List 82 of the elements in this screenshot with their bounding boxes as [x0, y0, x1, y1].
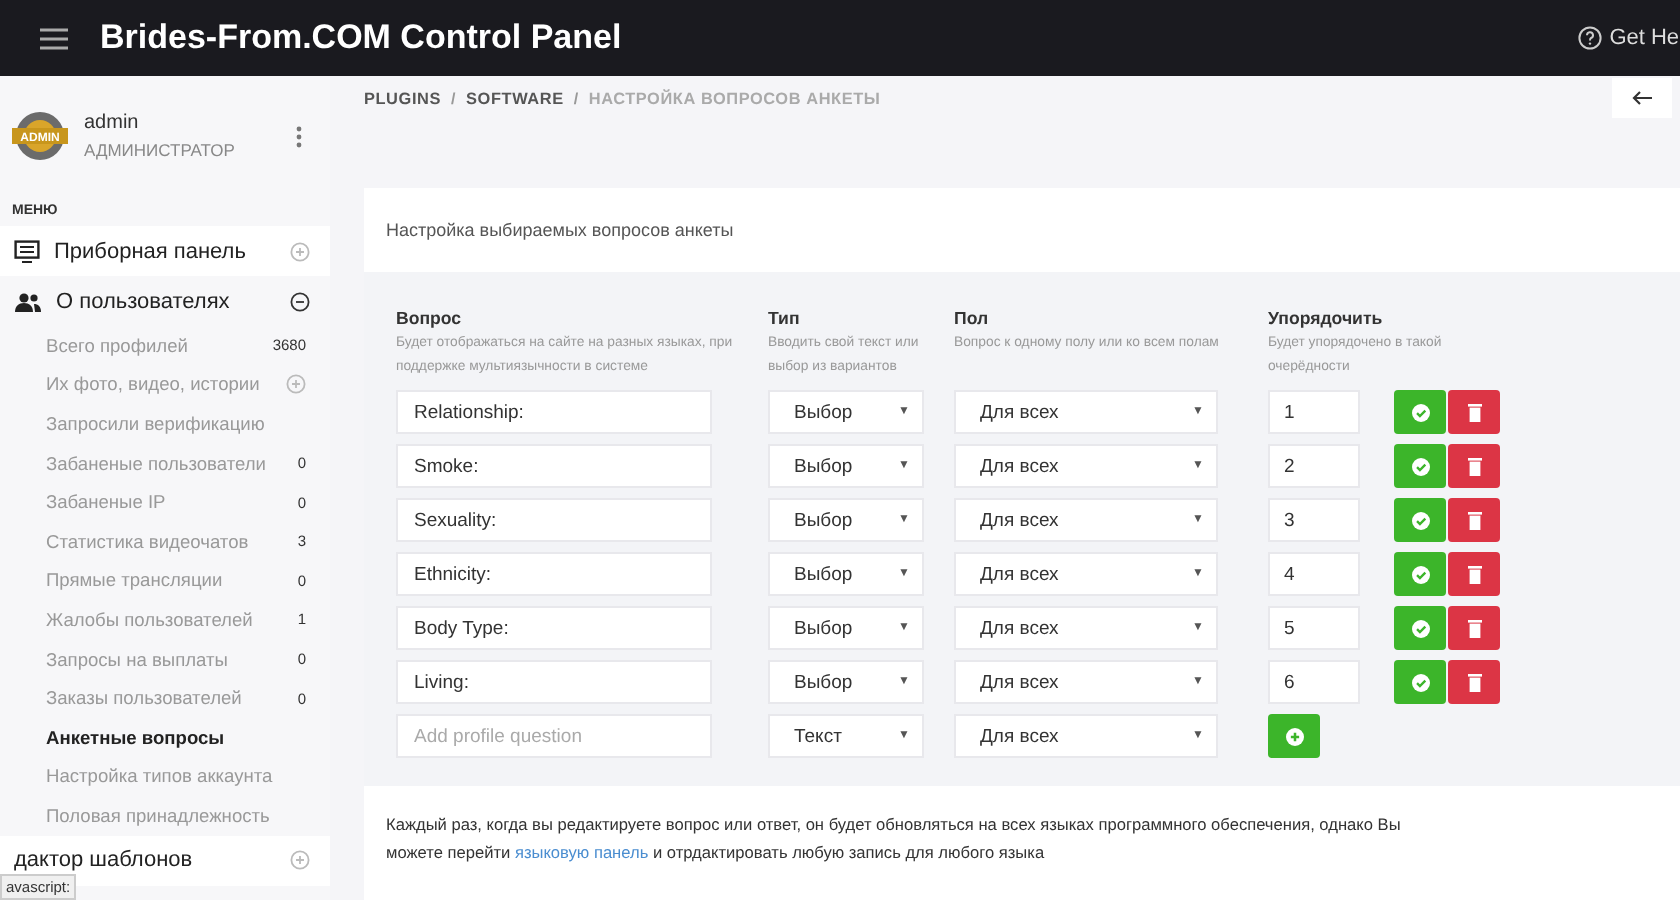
order-field[interactable]: 4 [1268, 552, 1360, 596]
save-button[interactable] [1394, 444, 1446, 488]
trash-icon [1467, 403, 1481, 421]
plus-circle-icon [1285, 727, 1303, 745]
check-circle-icon [1411, 673, 1429, 691]
trash-icon [1467, 565, 1481, 583]
breadcrumb-separator: / [573, 89, 579, 107]
check-circle-icon [1411, 457, 1429, 475]
sidebar-item[interactable]: Приборная панель [0, 226, 330, 276]
sidebar-label: Статистика видеочатов [46, 531, 249, 552]
question-field[interactable]: Sexuality: [396, 498, 712, 542]
save-button[interactable] [1394, 606, 1446, 650]
save-button[interactable] [1394, 390, 1446, 434]
help-icon [1577, 26, 1602, 50]
order-field[interactable]: 6 [1268, 660, 1360, 704]
question-field[interactable]: Living: [396, 660, 712, 704]
question-field[interactable]: Body Type: [396, 606, 712, 650]
sidebar-label: Жалобы пользователей [46, 609, 253, 630]
more-icon[interactable] [296, 125, 302, 147]
card-header: Настройка выбираемых вопросов анкеты [364, 188, 1680, 272]
check-circle-icon [1411, 619, 1429, 637]
save-button[interactable] [1394, 660, 1446, 704]
trash-icon [1467, 619, 1481, 637]
save-button[interactable] [1394, 552, 1446, 596]
breadcrumb-item[interactable]: PLUGINS [364, 89, 441, 107]
sidebar-label: Прямые трансляции [46, 570, 223, 591]
delete-button[interactable] [1448, 498, 1500, 542]
back-button[interactable] [1612, 78, 1672, 118]
trash-icon [1467, 457, 1481, 475]
footer-note: Каждый раз, когда вы редактируете вопрос или ответ, он будет обновляться на всех языках программного обеспечения, однако Вы можете перейти языковую панель и отрдактировать любую запись для любого языка [386, 812, 1403, 866]
question-field[interactable]: Smoke: [396, 444, 712, 488]
column-title: Упорядочить [1268, 308, 1385, 328]
save-button[interactable] [1394, 498, 1446, 542]
check-circle-icon [1411, 565, 1429, 583]
sidebar-label: Настройка типов аккаунта [46, 766, 273, 787]
delete-button[interactable] [1448, 552, 1500, 596]
back-arrow-icon [1632, 90, 1652, 106]
sidebar-label: Забаненые пользователи [46, 453, 266, 474]
sidebar-label: Всего профилей [46, 335, 188, 356]
sidebar-label: О пользователях [56, 289, 230, 313]
delete-button[interactable] [1448, 390, 1500, 434]
order-field[interactable]: 2 [1268, 444, 1360, 488]
sidebar-label: Анкетные вопросы [46, 727, 225, 748]
user-role: АДМИНИСТРАТОР [84, 140, 235, 160]
sidebar-label: Половая принадлежность [46, 805, 270, 826]
app-title: Brides-From.COM Control Panel [100, 18, 622, 58]
column-title: Пол [954, 308, 991, 328]
sidebar-label: Забаненые IP [46, 492, 166, 513]
trash-icon [1467, 673, 1481, 691]
users-icon [14, 291, 42, 311]
question-field[interactable]: Ethnicity: [396, 552, 712, 596]
order-field[interactable]: 1 [1268, 390, 1360, 434]
user-name: admin [84, 112, 141, 134]
sidebar-subitem[interactable]: Анкетные вопросы [0, 717, 330, 758]
breadcrumb-item: НАСТРОЙКА ВОПРОСОВ АНКЕТЫ [588, 89, 881, 107]
order-field[interactable]: 3 [1268, 498, 1360, 542]
add-button[interactable] [1268, 714, 1320, 758]
check-circle-icon [1411, 403, 1429, 421]
sidebar-label: Их фото, видео, истории [46, 374, 260, 395]
delete-button[interactable] [1448, 606, 1500, 650]
sidebar-item[interactable]: О пользователях [0, 276, 330, 326]
sidebar-label: Приборная панель [54, 239, 246, 263]
menu-icon[interactable] [40, 27, 68, 49]
delete-button[interactable] [1448, 660, 1500, 704]
column-title: Вопрос [396, 308, 464, 328]
minus-circle-icon[interactable] [290, 291, 310, 311]
breadcrumb-item[interactable]: SOFTWARE [466, 89, 564, 107]
delete-button[interactable] [1448, 444, 1500, 488]
question-field[interactable]: Add profile question [396, 714, 712, 758]
help-link[interactable]: Get Hel [1577, 26, 1680, 50]
trash-icon [1467, 511, 1481, 529]
sidebar-label: Запросили верификацию [46, 413, 265, 434]
question-field[interactable]: Relationship: [396, 390, 712, 434]
order-field[interactable]: 5 [1268, 606, 1360, 650]
breadcrumb-separator: / [451, 89, 457, 107]
column-title: Тип [768, 308, 802, 328]
sidebar-label: Запросы на выплаты [46, 649, 228, 670]
sidebar-label: Заказы пользователей [46, 688, 242, 709]
monitor-icon [14, 239, 40, 263]
sidebar-label: дактор шаблонов [14, 848, 193, 873]
check-circle-icon [1411, 511, 1429, 529]
language-panel-link[interactable]: языковую панель [514, 842, 649, 862]
